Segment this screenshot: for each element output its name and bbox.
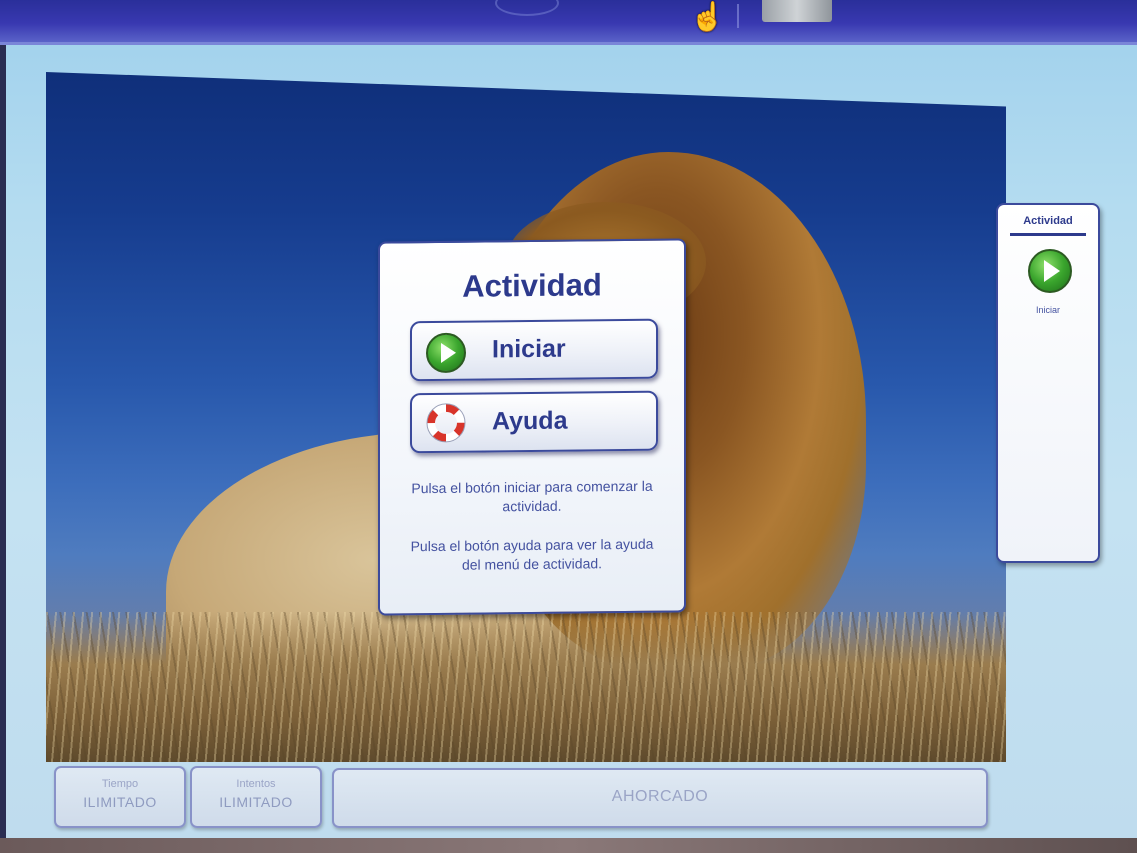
- attempts-value: ILIMITADO: [219, 794, 293, 810]
- side-start-label: Iniciar: [1035, 305, 1060, 315]
- top-toolbar: ☝: [0, 0, 1137, 45]
- app-screen: Actividad Iniciar Ayuda Pulsa el botón i…: [6, 0, 1137, 838]
- toolbar-thumbnail[interactable]: [762, 0, 832, 22]
- lifebuoy-icon: [426, 403, 466, 443]
- activity-side-panel: Actividad Iniciar: [996, 203, 1100, 563]
- side-panel-title: Actividad: [1023, 215, 1073, 227]
- activity-start-dialog: Actividad Iniciar Ayuda Pulsa el botón i…: [378, 238, 686, 616]
- attempts-label: Intentos: [236, 778, 276, 790]
- play-icon: [426, 332, 466, 374]
- toolbar-separator: [737, 4, 739, 28]
- help-button-label: Ayuda: [492, 406, 568, 436]
- side-start-button[interactable]: [1028, 249, 1072, 293]
- monitor-bezel: [0, 838, 1137, 853]
- activity-name-bar: AHORCADO: [332, 768, 988, 828]
- time-status: Tiempo ILIMITADO: [54, 766, 186, 828]
- start-hint-text: Pulsa el botón iniciar para comenzar la …: [411, 477, 653, 515]
- start-button-label: Iniciar: [492, 334, 566, 364]
- start-button[interactable]: Iniciar: [410, 318, 658, 382]
- grass: [46, 612, 1006, 762]
- help-hint-text: Pulsa el botón ayuda para ver la ayuda d…: [410, 535, 654, 573]
- attempts-status: Intentos ILIMITADO: [190, 766, 322, 828]
- toolbar-decoration: [495, 0, 559, 16]
- time-label: Tiempo: [101, 778, 139, 790]
- hand-pointer-icon: ☝: [690, 1, 725, 32]
- time-value: ILIMITADO: [83, 794, 157, 810]
- help-button[interactable]: Ayuda: [410, 390, 658, 454]
- side-panel-divider: [1010, 233, 1086, 236]
- activity-name: AHORCADO: [611, 788, 709, 805]
- dialog-title: Actividad: [462, 267, 602, 304]
